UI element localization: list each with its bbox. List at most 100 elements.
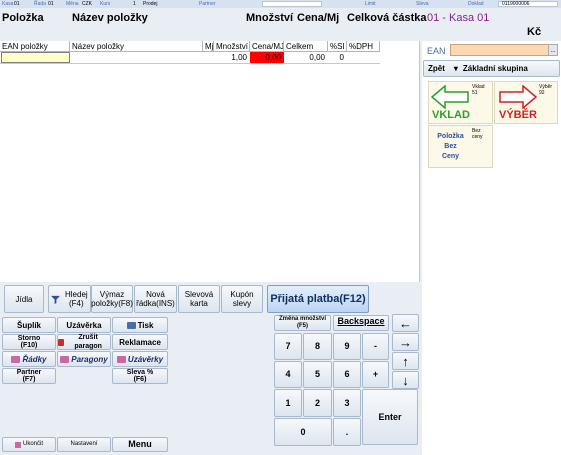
key-2[interactable]: 2: [303, 389, 332, 417]
enter-button[interactable]: Enter: [362, 389, 418, 445]
slevova-karta-button[interactable]: Slevová karta: [178, 285, 220, 313]
col-ean[interactable]: EAN položky: [0, 41, 70, 52]
paragony-label: Paragony: [71, 354, 108, 364]
key-8[interactable]: 8: [303, 333, 332, 360]
tisk-label: Tisk: [137, 320, 154, 330]
partner-button[interactable]: Partner (F7): [2, 368, 56, 384]
header-mnozstvi: Množství: [246, 12, 294, 24]
col-mj[interactable]: Mj: [203, 41, 214, 52]
storno-button[interactable]: Storno (F10): [2, 334, 56, 350]
nova-radka-button[interactable]: Nová řádka(INS): [134, 285, 177, 313]
sleva-button[interactable]: Sleva % (F6): [112, 368, 168, 384]
header-nazev: Název položky: [72, 12, 148, 24]
arrow-right-icon: [499, 85, 537, 109]
exit-icon: [14, 441, 21, 448]
kurs-label: Kurs: [100, 1, 111, 7]
vklad-tile[interactable]: Vklad 51 VKLAD: [428, 81, 493, 124]
key-3[interactable]: 3: [333, 389, 361, 417]
mode-value: Prodej: [143, 1, 158, 7]
row-si-cell[interactable]: 0: [328, 52, 347, 63]
zmena-mnozstvi-button[interactable]: Změna množství (F5): [274, 315, 331, 331]
vyber-tile[interactable]: Výběr 92 VÝBĚR: [494, 81, 558, 124]
arrow-left-button[interactable]: ←: [392, 314, 419, 332]
key-4[interactable]: 4: [274, 361, 302, 388]
rada-value: 01: [48, 1, 54, 7]
tisk-button[interactable]: Tisk: [112, 317, 168, 333]
vklad-label: VKLAD: [432, 109, 470, 121]
col-dph[interactable]: %DPH: [347, 41, 380, 52]
header-celkova: Celková částka: [347, 12, 427, 24]
row-name-cell[interactable]: [70, 52, 203, 63]
key-dot[interactable]: .: [333, 418, 361, 446]
right-panel: EAN .. Zpět ▾ Základní skupina Vklad 51 …: [422, 41, 561, 455]
radky-button[interactable]: Řádky: [2, 351, 56, 367]
vyber-small-label: Výběr 92: [539, 84, 553, 96]
col-si[interactable]: %SI: [328, 41, 347, 52]
pos-window: Kasa 01 Řada 01 Měna CZK Kurs 1 Prodej P…: [0, 0, 561, 455]
vymaz-polozky-button[interactable]: Výmaz položky(F8): [91, 285, 133, 313]
header: Položka Název položky Množství Cena/Mj C…: [0, 8, 561, 41]
arrow-right-button[interactable]: →: [392, 333, 419, 351]
vyber-label: VÝBĚR: [499, 109, 537, 121]
sleva-label: Sleva: [416, 1, 429, 7]
nastaveni-button[interactable]: Nastavení: [57, 437, 111, 452]
ean-input[interactable]: [450, 44, 549, 56]
ean-label: EAN: [427, 46, 446, 56]
kasa-label: Kasa: [2, 1, 14, 7]
row-mj-cell[interactable]: [203, 52, 214, 63]
kupon-slevy-button[interactable]: Kupón slevy: [221, 285, 263, 313]
chevron-down-icon: ▾: [453, 64, 458, 73]
col-cena[interactable]: Cena/MJ: [250, 41, 284, 52]
key-6[interactable]: 6: [333, 361, 361, 388]
key-5[interactable]: 5: [303, 361, 332, 388]
arrow-left-icon: [431, 85, 469, 109]
receipts-icon: [60, 355, 70, 363]
group-selector[interactable]: Zpět ▾ Základní skupina: [423, 60, 560, 77]
rows-icon: [11, 355, 21, 363]
arrow-down-button[interactable]: ↓: [392, 371, 419, 389]
polozka-bez-ceny-tile[interactable]: Bez ceny Položka Bez Ceny: [428, 125, 493, 168]
key-minus[interactable]: -: [362, 333, 389, 360]
key-9[interactable]: 9: [333, 333, 361, 360]
backspace-button[interactable]: Backspace: [333, 315, 389, 331]
bez-ceny-small-label: Bez ceny: [472, 128, 483, 140]
key-plus[interactable]: +: [362, 361, 389, 388]
col-celkem[interactable]: Celkem: [284, 41, 328, 52]
partner-label: Partner: [199, 1, 216, 7]
doklad-label: Doklad: [468, 1, 484, 7]
key-0[interactable]: 0: [274, 418, 332, 446]
row-price-cell[interactable]: 0,00: [250, 52, 284, 63]
paragony-button[interactable]: Paragony: [57, 351, 111, 367]
uzaverky-button[interactable]: Uzávěrky: [112, 351, 168, 367]
jidla-button[interactable]: Jídla: [4, 285, 44, 313]
uzaverka-button[interactable]: Uzávěrka: [57, 317, 111, 333]
key-1[interactable]: 1: [274, 389, 302, 417]
ean-more-button[interactable]: ..: [548, 44, 558, 56]
row-qty-cell[interactable]: 1,00: [214, 52, 250, 63]
reklamace-button[interactable]: Reklamace: [112, 334, 168, 350]
row-ean-cell[interactable]: [1, 52, 70, 63]
ukoncit-button[interactable]: Ukončit: [2, 437, 56, 452]
hledej-button[interactable]: Hledej (F4): [48, 285, 91, 313]
prijata-platba-button[interactable]: Přijatá platba(F12): [267, 285, 369, 313]
col-mnozstvi[interactable]: Množství: [214, 41, 250, 52]
mena-label: Měna: [66, 1, 79, 7]
hledej-label: Hledej (F4): [64, 290, 88, 308]
key-7[interactable]: 7: [274, 333, 302, 360]
suplik-button[interactable]: Šuplík: [2, 317, 56, 333]
filter-icon: [51, 295, 61, 304]
row-total-cell[interactable]: 0,00: [284, 52, 328, 63]
row-dph-cell[interactable]: [347, 52, 380, 63]
arrow-up-button[interactable]: ↑: [392, 352, 419, 370]
rada-label: Řada: [34, 1, 46, 7]
items-grid[interactable]: EAN položky Název položky Mj Množství Ce…: [0, 41, 420, 282]
header-cena: Cena/Mj: [297, 12, 340, 24]
zrusit-paragon-button[interactable]: Zrušit paragon: [57, 334, 111, 350]
kurs-value: 1: [133, 1, 136, 7]
col-nazev[interactable]: Název položky: [70, 41, 203, 52]
header-kasa: 01 - Kasa 01: [427, 12, 490, 24]
cancel-icon: [58, 338, 65, 346]
ukoncit-label: Ukončit: [22, 441, 43, 447]
header-currency: Kč: [527, 26, 542, 38]
menu-button[interactable]: Menu: [112, 437, 168, 452]
